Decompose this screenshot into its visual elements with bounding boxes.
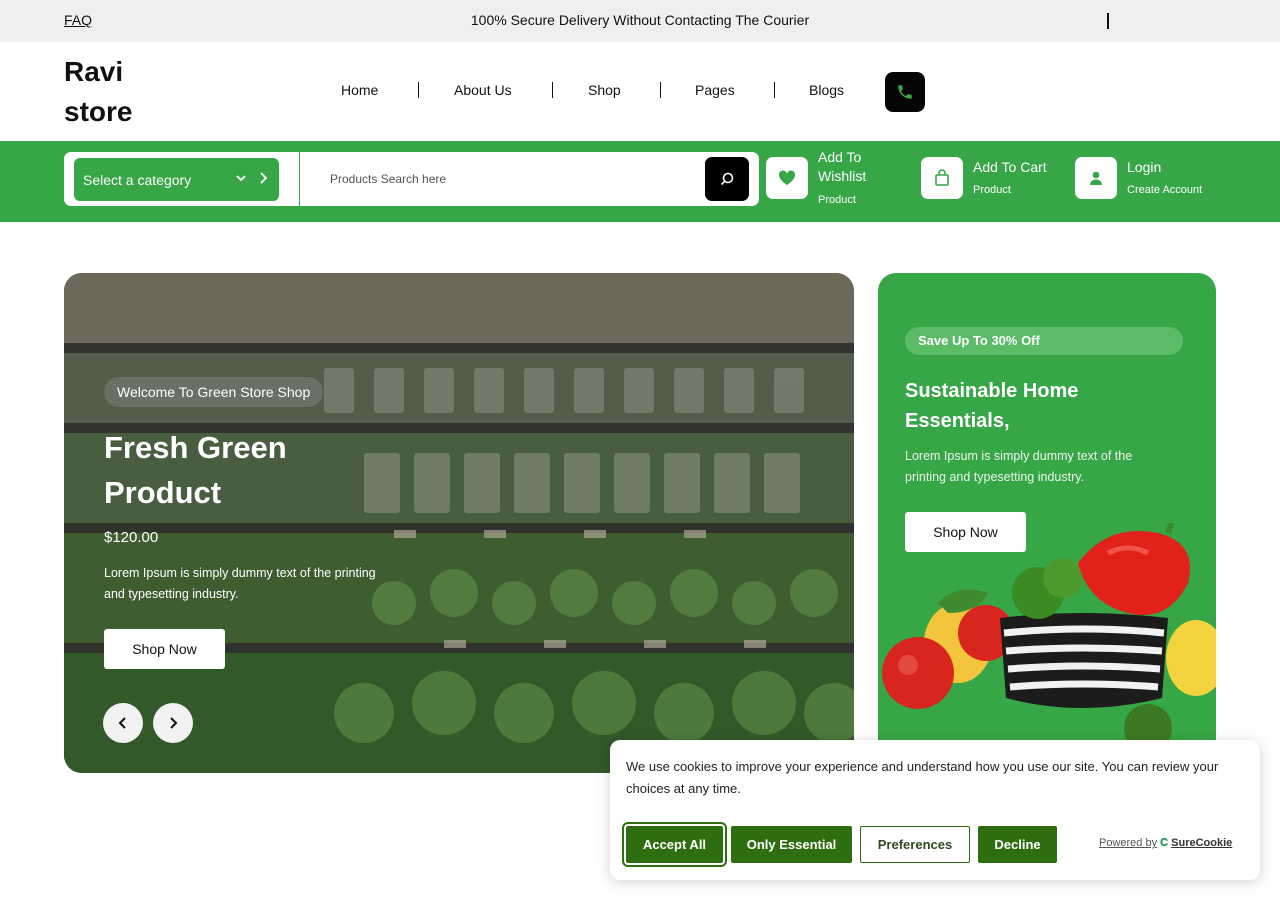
powered-by[interactable]: Powered by 𝐂 SureCookie bbox=[1099, 837, 1232, 850]
promo-title: Sustainable Home Essentials, bbox=[905, 380, 1079, 432]
nav-shop[interactable]: Shop bbox=[588, 82, 621, 98]
category-select-label: Select a category bbox=[83, 171, 192, 188]
promo-tag: Save Up To 30% Off bbox=[905, 327, 1183, 355]
hero-overlay bbox=[64, 273, 854, 773]
nav-home[interactable]: Home bbox=[341, 82, 378, 98]
search-box: Select a category bbox=[64, 152, 759, 206]
phone-button[interactable] bbox=[885, 72, 925, 112]
search-strip: Select a category Add To Wishlist Produc… bbox=[0, 141, 1280, 222]
user-icon bbox=[1090, 171, 1102, 185]
surecookie-logo-icon: 𝐂 bbox=[1160, 837, 1169, 849]
cookie-banner: We use cookies to improve your experienc… bbox=[610, 740, 1260, 880]
chevron-down-icon bbox=[236, 175, 246, 182]
category-select[interactable]: Select a category bbox=[74, 158, 279, 201]
login-title: Login bbox=[1127, 159, 1162, 175]
site-logo[interactable]: Ravi store bbox=[64, 52, 174, 132]
search-icon bbox=[720, 172, 734, 186]
promo-description: Lorem Ipsum is simply dummy text of the … bbox=[905, 449, 1133, 484]
slider-prev-button[interactable] bbox=[103, 703, 143, 743]
accept-all-button[interactable]: Accept All bbox=[622, 822, 727, 867]
product-search-input[interactable] bbox=[314, 162, 694, 196]
login-sub: Create Account bbox=[1127, 184, 1203, 196]
nav-blogs[interactable]: Blogs bbox=[809, 82, 844, 98]
shopping-bag-icon bbox=[935, 169, 949, 186]
cart-sub: Product bbox=[973, 184, 1011, 196]
top-bar: FAQ 100% Secure Delivery Without Contact… bbox=[0, 0, 1280, 42]
header: Ravi store Home About Us Shop Pages Blog… bbox=[0, 42, 1280, 141]
search-divider bbox=[299, 152, 300, 206]
faq-link[interactable]: FAQ bbox=[64, 12, 92, 28]
heart-icon bbox=[778, 170, 796, 185]
decline-button[interactable]: Decline bbox=[978, 826, 1057, 863]
phone-icon bbox=[898, 85, 912, 99]
delivery-notice: 100% Secure Delivery Without Contacting … bbox=[470, 12, 810, 28]
wishlist-sub: Product bbox=[818, 194, 856, 206]
powered-by-label: Powered by bbox=[1099, 837, 1158, 849]
hero-banner: Welcome To Green Store Shop Fresh Green … bbox=[64, 273, 854, 773]
cart-icon-box bbox=[921, 157, 963, 199]
cart-title: Add To Cart bbox=[973, 159, 1047, 175]
login-icon-box bbox=[1075, 157, 1117, 199]
wishlist-icon-box bbox=[766, 157, 808, 199]
preferences-button[interactable]: Preferences bbox=[860, 826, 970, 863]
chevron-right-icon bbox=[170, 717, 178, 729]
hero-description: Lorem Ipsum is simply dummy text of the … bbox=[104, 566, 376, 601]
only-essential-button[interactable]: Only Essential bbox=[731, 826, 852, 863]
nav-divider bbox=[418, 82, 419, 98]
nav-divider bbox=[552, 82, 553, 98]
vegetables-image bbox=[882, 523, 1216, 752]
hero-shop-now-button[interactable]: Shop Now bbox=[104, 629, 225, 669]
nav-divider bbox=[774, 82, 775, 98]
powered-by-brand: SureCookie bbox=[1171, 837, 1233, 849]
nav-about-us[interactable]: About Us bbox=[454, 82, 512, 98]
nav-divider bbox=[660, 82, 661, 98]
promo-card: Save Up To 30% Off Sustainable Home Esse… bbox=[878, 273, 1216, 773]
wishlist-title: Add To Wishlist bbox=[818, 149, 867, 184]
cookie-message: We use cookies to improve your experienc… bbox=[626, 759, 1219, 796]
slider-next-button[interactable] bbox=[153, 703, 193, 743]
chevron-left-icon bbox=[118, 717, 126, 729]
nav-pages[interactable]: Pages bbox=[695, 82, 735, 98]
hero-title: Fresh Green Product bbox=[104, 430, 287, 510]
search-button[interactable] bbox=[705, 157, 749, 201]
hero-tag: Welcome To Green Store Shop bbox=[104, 377, 324, 407]
hero-price: $120.00 bbox=[104, 529, 159, 546]
topbar-divider bbox=[1107, 13, 1109, 29]
chevron-right-icon bbox=[260, 172, 268, 184]
